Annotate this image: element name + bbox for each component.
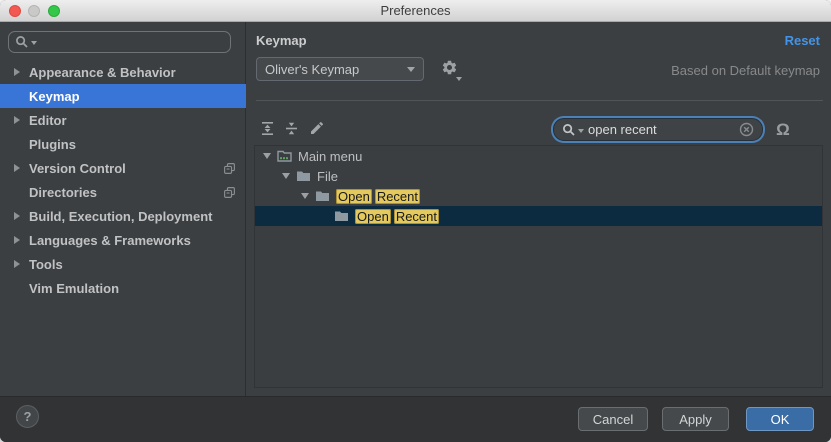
keymap-panel: Keymap Reset Oliver's Keymap Based on De… [247,22,831,396]
sidebar-item-label: Version Control [29,161,126,176]
chevron-down-icon[interactable] [301,193,309,199]
find-by-shortcut-button[interactable]: Ω [772,119,794,141]
tree-row[interactable]: OpenRecent [255,206,822,226]
sidebar-item-label: Directories [29,185,97,200]
search-icon [15,35,29,49]
sidebar-item-languages-frameworks[interactable]: Languages & Frameworks [0,228,246,252]
keymap-dropdown[interactable]: Oliver's Keymap [256,57,424,81]
tree-indent [263,216,320,217]
chevron-down-icon[interactable] [263,153,271,159]
tree-indent [263,196,301,197]
edit-pencil-icon [309,120,325,136]
sidebar-search-input[interactable] [8,31,231,53]
find-by-shortcut-icon: Ω [776,120,790,139]
sidebar-item-editor[interactable]: Editor [0,108,246,132]
settings-sidebar: Appearance & Behavior Keymap Editor Plug… [0,22,246,396]
search-options-caret-icon[interactable] [31,41,37,45]
edit-shortcut-button[interactable] [308,119,326,137]
search-match-chip: Open [355,209,391,224]
shared-settings-icon [223,162,236,175]
title-bar: Preferences [0,0,831,22]
page-title: Keymap [256,33,307,48]
main-menu-icon [277,149,293,163]
sidebar-item-label: Plugins [29,137,76,152]
sidebar-item-plugins[interactable]: Plugins [0,132,246,156]
action-search-input[interactable]: open recent [553,118,763,141]
sidebar-item-vim-emulation[interactable]: Vim Emulation [0,276,246,300]
tree-row-label: File [317,169,338,184]
shared-settings-icon [223,186,236,199]
sidebar-item-label: Editor [29,113,67,128]
reset-link[interactable]: Reset [785,33,820,48]
folder-icon [334,209,350,223]
chevron-right-icon[interactable] [14,212,20,220]
sidebar-item-label: Vim Emulation [29,281,119,296]
tree-row-label: Main menu [298,149,362,164]
collapse-all-icon [284,121,299,136]
chevron-down-icon[interactable] [282,173,290,179]
based-on-label: Based on Default keymap [671,63,820,78]
sidebar-item-label: Build, Execution, Deployment [29,209,212,224]
search-options-caret-icon[interactable] [578,129,584,133]
folder-icon [315,189,331,203]
expand-all-icon [260,121,275,136]
chevron-down-icon [407,67,415,72]
sidebar-item-tools[interactable]: Tools [0,252,246,276]
search-icon [562,123,576,137]
tree-row[interactable]: OpenRecent [255,186,822,206]
sidebar-item-label: Keymap [29,89,80,104]
sidebar-item-appearance-behavior[interactable]: Appearance & Behavior [0,60,246,84]
chevron-right-icon[interactable] [14,260,20,268]
ok-button[interactable]: OK [746,407,814,431]
action-search-value: open recent [588,122,739,137]
header-separator [256,100,823,101]
apply-button[interactable]: Apply [662,407,729,431]
folder-icon [296,169,312,183]
tree-row-label: OpenRecent [336,189,420,204]
chevron-right-icon[interactable] [14,164,20,172]
sidebar-item-directories[interactable]: Directories [0,180,246,204]
collapse-all-button[interactable] [282,119,300,137]
search-match-chip: Recent [375,189,420,204]
tree-row[interactable]: Main menu [255,146,822,166]
gear-icon [441,59,465,76]
sidebar-nav: Appearance & Behavior Keymap Editor Plug… [0,60,246,300]
keymap-tree: Main menu File OpenRecent OpenRecent [254,145,823,388]
chevron-right-icon[interactable] [14,236,20,244]
sidebar-item-keymap[interactable]: Keymap [0,84,246,108]
expand-all-button[interactable] [258,119,276,137]
keymap-settings-button[interactable] [441,59,465,81]
tree-indent [263,176,282,177]
tree-row-label: OpenRecent [355,209,439,224]
help-button[interactable]: ? [16,405,39,428]
footer-bar: ? Cancel Apply OK [0,396,831,442]
cancel-button[interactable]: Cancel [578,407,648,431]
chevron-right-icon[interactable] [14,68,20,76]
gear-caret-icon [456,77,462,81]
clear-icon[interactable] [739,122,754,137]
sidebar-item-version-control[interactable]: Version Control [0,156,246,180]
sidebar-item-label: Languages & Frameworks [29,233,191,248]
sidebar-item-build-execution-deployment[interactable]: Build, Execution, Deployment [0,204,246,228]
window-title: Preferences [0,0,831,22]
search-match-chip: Open [336,189,372,204]
help-icon: ? [24,409,32,424]
tree-row[interactable]: File [255,166,822,186]
chevron-right-icon[interactable] [14,116,20,124]
keymap-dropdown-value: Oliver's Keymap [265,62,359,77]
sidebar-item-label: Tools [29,257,63,272]
preferences-window: Preferences Appearance & Behavior Keymap… [0,0,831,442]
sidebar-item-label: Appearance & Behavior [29,65,176,80]
search-match-chip: Recent [394,209,439,224]
